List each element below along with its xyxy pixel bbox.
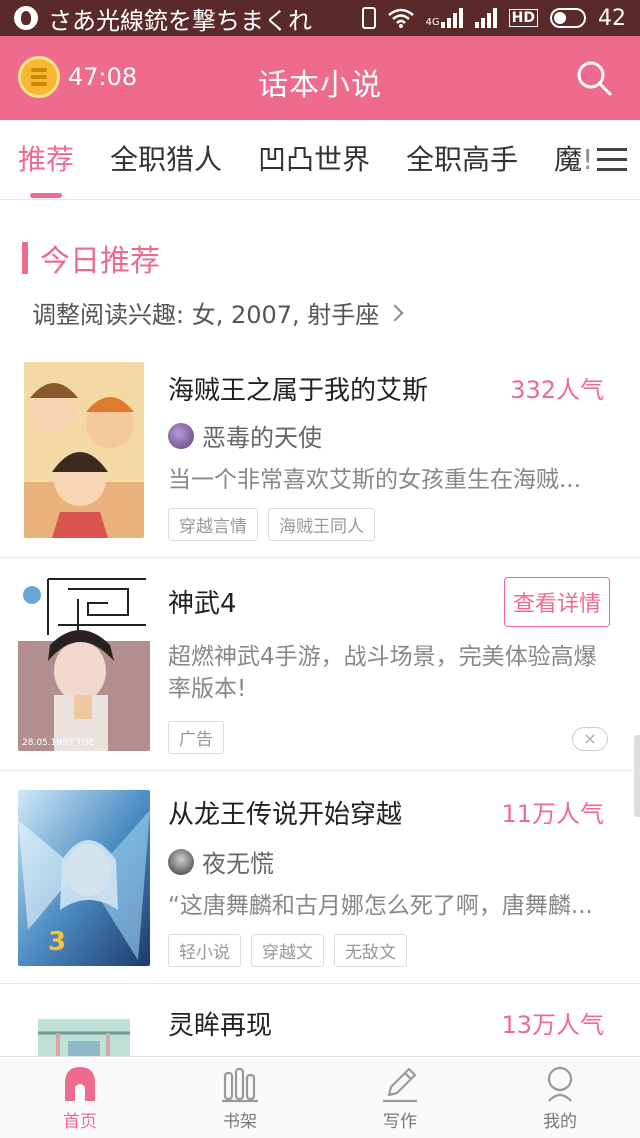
signal-icon: [440, 8, 463, 28]
book-cover: 3: [18, 790, 150, 966]
app-header: 47:08 话本小说: [0, 36, 640, 120]
status-bar: さあ光線銃を撃ちまくれ 4G HD 42: [0, 0, 640, 36]
svg-text:3: 3: [48, 927, 66, 957]
scroll-handle[interactable]: [634, 735, 640, 817]
ad-tag-list: 广告: [168, 721, 224, 754]
author-name: 夜无慌: [202, 850, 274, 878]
battery-icon: [550, 8, 586, 28]
tag[interactable]: 穿越文: [251, 934, 324, 967]
popularity-count: 13万人气: [501, 1011, 604, 1039]
nav-label: 我的: [543, 1112, 577, 1132]
signal-icon-2: [474, 8, 497, 28]
tab-recommend[interactable]: 推荐: [0, 120, 92, 199]
tag-list: 轻小说 穿越文 无敌文: [168, 934, 407, 967]
book-description: 当一个非常喜欢艾斯的女孩重生在海贼...: [168, 467, 581, 493]
tab-aotu-world[interactable]: 凹凸世界: [240, 120, 388, 199]
avatar: [168, 422, 194, 449]
author-name: 恶毒的天使: [202, 424, 322, 452]
author-row[interactable]: 夜无慌: [168, 844, 274, 879]
bookshelf-icon: [222, 1067, 258, 1103]
tag[interactable]: 轻小说: [168, 934, 241, 967]
hd-badge: HD: [508, 9, 538, 27]
svg-text:28.05.1997 TUE: 28.05.1997 TUE: [22, 738, 94, 748]
vibrate-icon: [361, 7, 376, 29]
author-row[interactable]: 恶毒的天使: [168, 418, 322, 453]
interest-preference-link[interactable]: 调整阅读兴趣: 女, 2007, 射手座: [32, 295, 404, 330]
avatar: [168, 848, 194, 875]
tab-hunter[interactable]: 全职猎人: [92, 120, 240, 199]
nav-label: 书架: [223, 1112, 257, 1132]
app-notification-icon: [14, 6, 38, 30]
close-ad-button[interactable]: ×: [572, 727, 608, 751]
status-notification-text: さあ光線銃を撃ちまくれ: [48, 6, 312, 35]
nav-write[interactable]: 写作: [320, 1057, 480, 1138]
ad-card[interactable]: 28.05.1997 TUE 神武4 查看详情 超燃神武4手游，战斗场景，完美体…: [0, 559, 640, 771]
profile-icon: [547, 1066, 573, 1102]
book-cover: [24, 362, 144, 538]
book-description: “这唐舞麟和古月娜怎么死了啊，唐舞麟...: [168, 893, 593, 919]
home-icon: [65, 1067, 95, 1101]
tabs-menu-button[interactable]: [584, 120, 640, 199]
popularity-count: 11万人气: [501, 800, 604, 828]
ad-description: 超燃神武4手游，战斗场景，完美体验高爆率版本!: [168, 644, 597, 702]
ad-label: 广告: [168, 721, 224, 754]
section-header: 今日推荐: [22, 236, 160, 280]
tag[interactable]: 海贼王同人: [268, 508, 375, 541]
bottom-navigation: 首页 书架 写作 我的: [0, 1056, 640, 1138]
ad-image: 28.05.1997 TUE: [18, 575, 150, 751]
book-title[interactable]: 海贼王之属于我的艾斯: [168, 370, 428, 407]
ad-title[interactable]: 神武4: [168, 583, 237, 620]
tag[interactable]: 穿越言情: [168, 508, 258, 541]
app-title: 话本小说: [258, 68, 382, 103]
book-title[interactable]: 灵眸再现: [168, 1005, 272, 1042]
wifi-icon: [387, 8, 414, 28]
tab-full-time-master[interactable]: 全职高手: [388, 120, 536, 199]
nav-bookshelf[interactable]: 书架: [160, 1057, 320, 1138]
book-card[interactable]: 海贼王之属于我的艾斯 332人气 恶毒的天使 当一个非常喜欢艾斯的女孩重生在海贼…: [0, 362, 640, 558]
tag[interactable]: 无敌文: [334, 934, 407, 967]
chevron-right-icon: [386, 304, 404, 321]
popularity-count: 332人气: [510, 376, 604, 404]
book-title[interactable]: 从龙王传说开始穿越: [168, 794, 402, 831]
network-type: 4G: [425, 17, 440, 28]
pen-icon: [383, 1067, 417, 1103]
section-accent-bar: [22, 242, 28, 274]
section-title: 今日推荐: [40, 244, 160, 279]
nav-profile[interactable]: 我的: [480, 1057, 640, 1138]
category-tabs: 推荐 全职猎人 凹凸世界 全职高手 魔!: [0, 120, 640, 200]
preference-text: 调整阅读兴趣: 女, 2007, 射手座: [32, 301, 380, 329]
book-cover: [38, 1019, 130, 1057]
battery-level: 42: [598, 5, 626, 31]
nav-label: 首页: [63, 1112, 97, 1132]
book-card[interactable]: 3 从龙王传说开始穿越 11万人气 夜无慌 “这唐舞麟和古月娜怎么死了啊，唐舞麟…: [0, 772, 640, 984]
tag-list: 穿越言情 海贼王同人: [168, 508, 375, 541]
search-icon[interactable]: [574, 58, 614, 98]
book-card[interactable]: 灵眸再现 13万人气: [0, 985, 640, 1057]
nav-label: 写作: [383, 1112, 417, 1132]
nav-home[interactable]: 首页: [0, 1057, 160, 1138]
menu-icon: [597, 148, 627, 172]
view-details-button[interactable]: 查看详情: [503, 577, 610, 627]
